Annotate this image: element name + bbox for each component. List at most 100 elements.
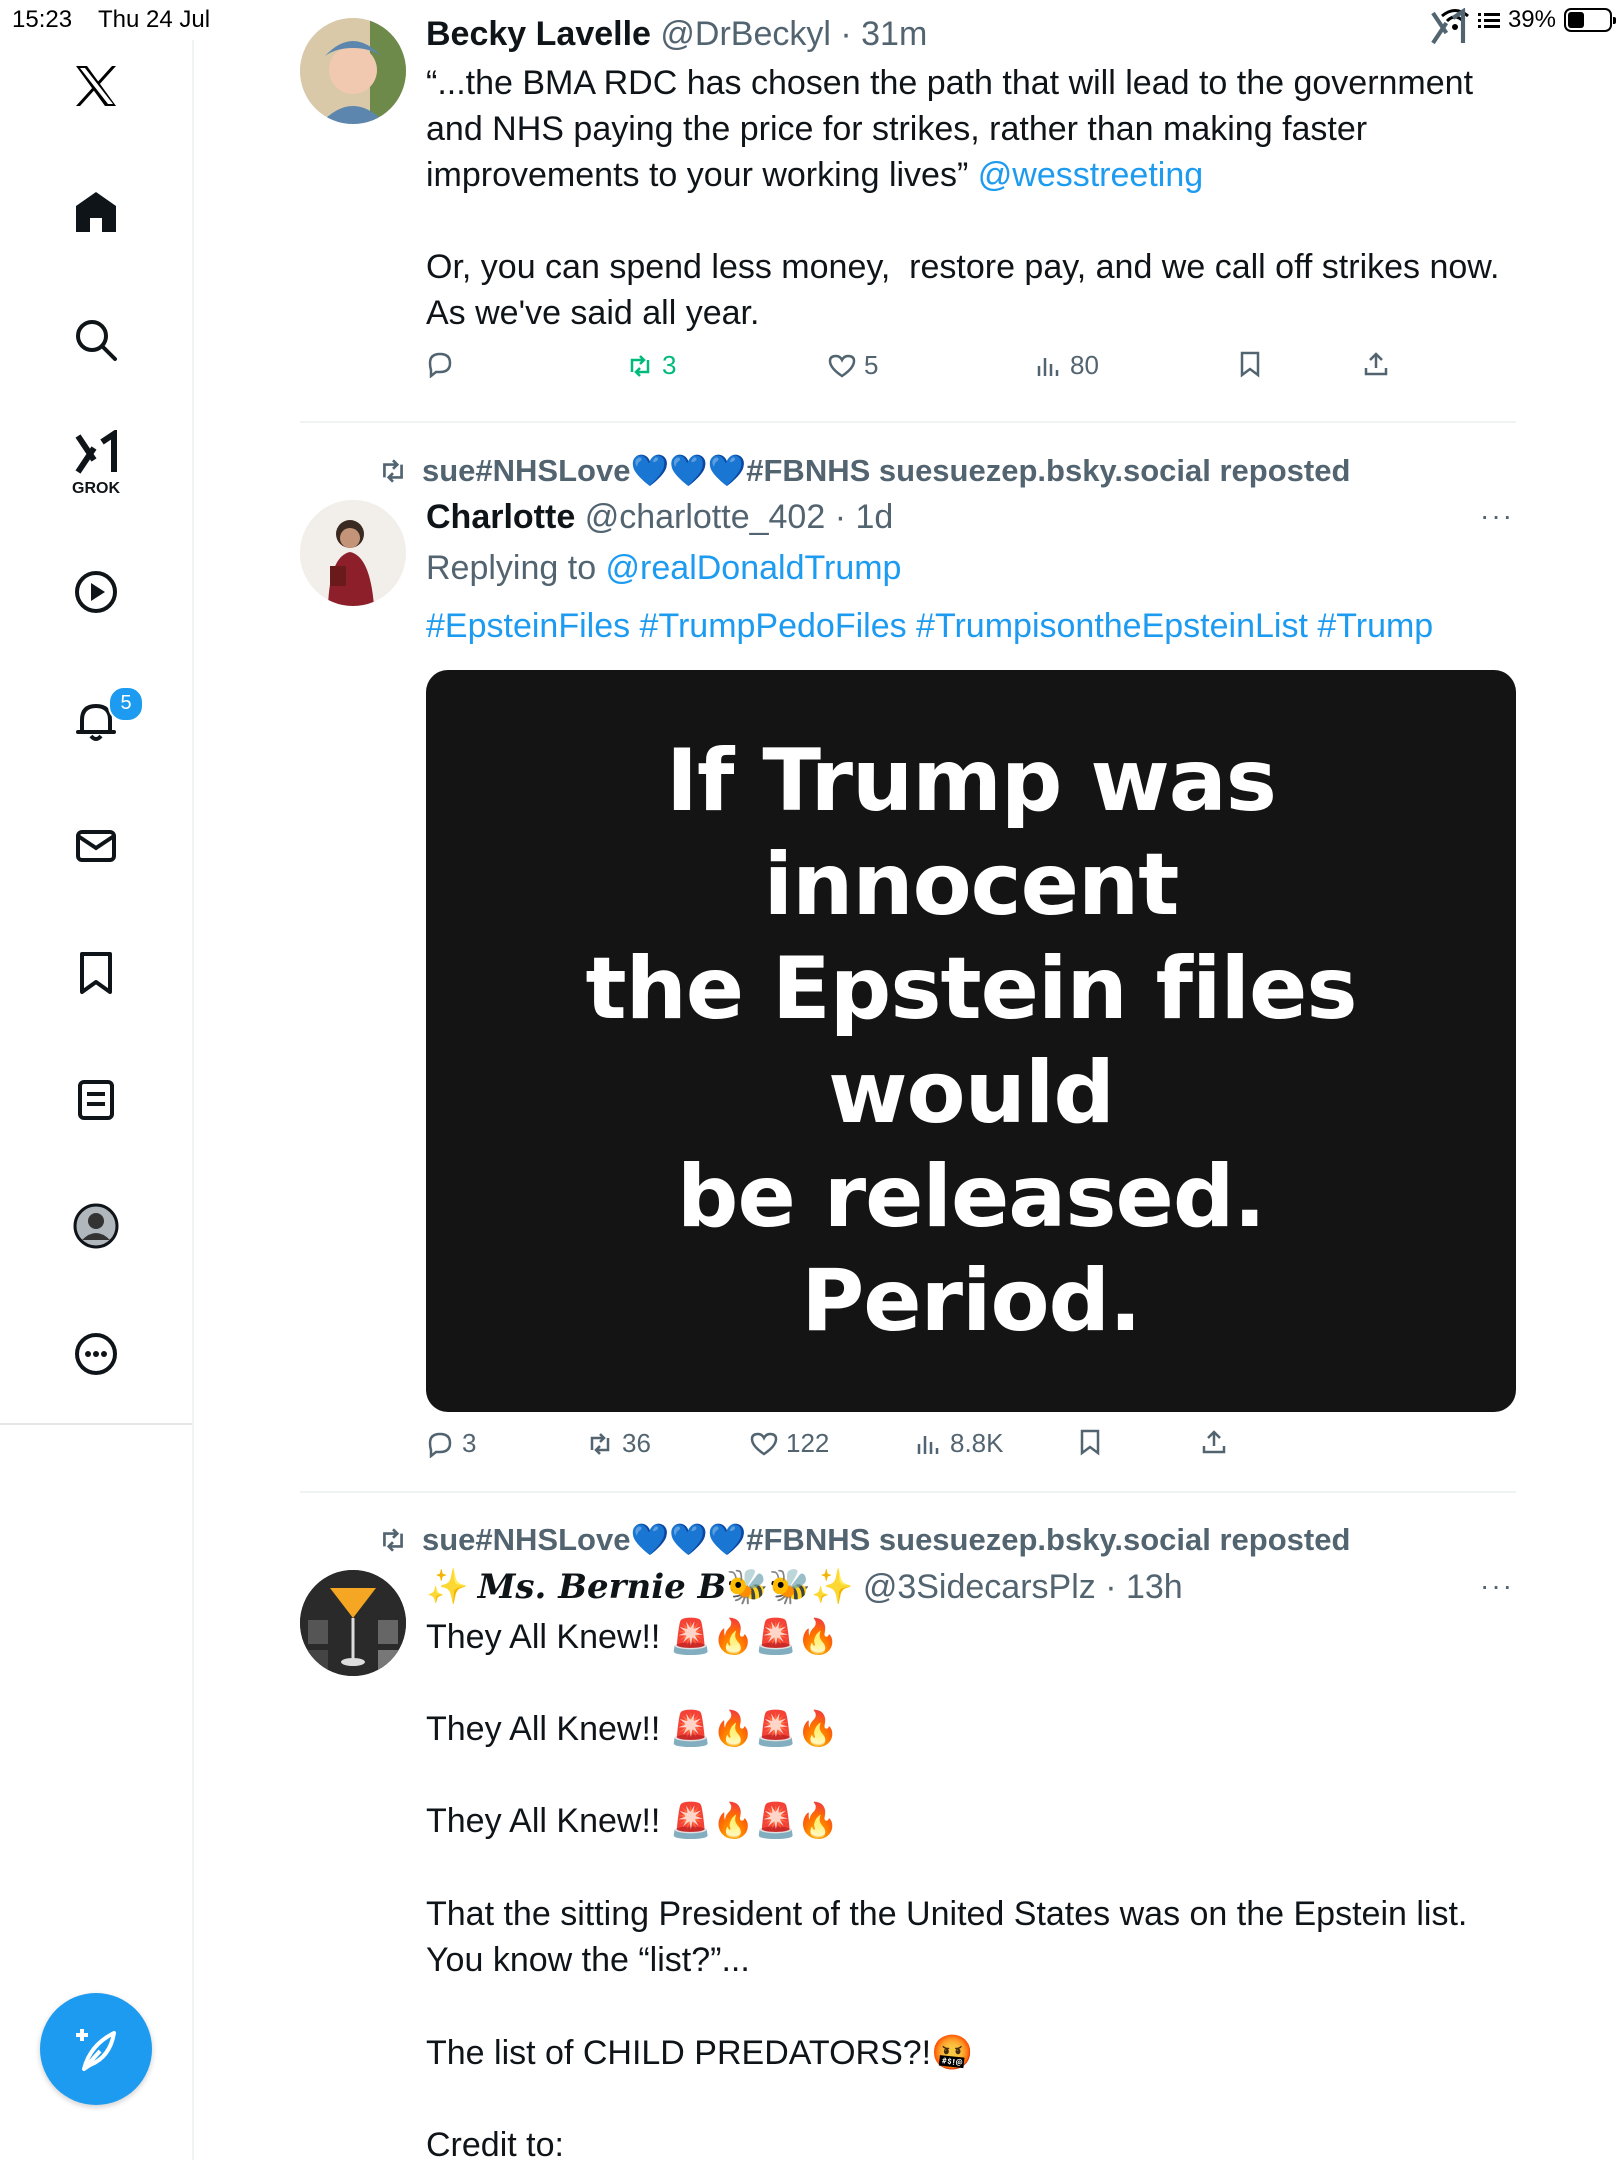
tweet-separator [300,1491,1516,1493]
repost-icon [383,1528,403,1552]
repost-attribution-text[interactable]: sue#NHSLove💙💙💙#FBNHS suesuezep.bsky.soci… [422,1520,1350,1560]
battery-icon [1564,8,1616,32]
reply-count: 3 [462,1428,477,1458]
avatar[interactable] [300,1570,406,1676]
bookmark-button[interactable] [1236,350,1264,378]
sidebar-divider [0,1423,192,1425]
line-text: They All Knew!! [426,1710,661,1748]
tweet-time[interactable]: · 31m [840,15,927,53]
tweet-text-part: “...the BMA RDC has chosen the path that… [426,64,1483,194]
sidebar: GROK 5 [0,40,194,2160]
avatar[interactable] [300,18,406,124]
more-options-button[interactable]: ··· [1480,1570,1514,1602]
tweet-paragraph: The list of CHILD PREDATORS?!🤬 [426,2034,974,2072]
repost-attribution: sue#NHSLove💙💙💙#FBNHS suesuezep.bsky.soci… [378,451,1350,491]
repost-attribution: sue#NHSLove💙💙💙#FBNHS suesuezep.bsky.soci… [378,1520,1350,1560]
image-text: If Trump was innocent the Epstein files … [585,731,1357,1351]
share-icon [1364,352,1388,376]
views-icon [917,1435,939,1454]
more-options-button[interactable]: ··· [1480,500,1514,532]
x-logo-icon[interactable] [60,50,132,122]
tweet-header: ✨ Ms. Bernie B🐝🐝✨ @3SidecarsPlz · 13h [426,1567,1183,1607]
replying-to-link[interactable]: @realDonaldTrump [606,549,902,587]
repost-count: 3 [662,350,677,380]
bookmark-button[interactable] [1076,1428,1104,1456]
messages-icon[interactable] [60,810,132,882]
bookmark-icon [1240,351,1260,378]
tweet-image[interactable]: If Trump was innocent the Epstein files … [426,670,1516,1412]
name-suffix: 🐝🐝✨ [726,1568,854,1606]
name-prefix: ✨ [426,1568,478,1606]
more-icon[interactable] [60,1318,132,1390]
lists-icon[interactable] [60,1064,132,1136]
repost-button[interactable]: 3 [626,350,676,381]
share-button[interactable] [1200,1428,1228,1456]
tweet-actions: 3 36 122 8.8K [426,1428,1516,1472]
like-count: 122 [786,1428,830,1458]
bookmarks-icon[interactable] [60,936,132,1008]
notifications-badge: 5 [108,686,144,722]
search-icon[interactable] [60,304,132,376]
like-button[interactable]: 5 [828,350,878,381]
like-count: 5 [864,350,879,380]
author-handle[interactable]: @charlotte_402 [585,498,826,536]
author-name[interactable]: Ms. Bernie B [478,1567,727,1607]
tweet-paragraph: Credit to: [426,2126,564,2164]
author-name[interactable]: Becky Lavelle [426,15,651,53]
compose-feather-icon [76,2029,116,2071]
heart-icon [750,1432,778,1456]
line-emojis: 🚨🔥🚨🔥 [669,1802,840,1840]
home-icon[interactable] [60,176,132,248]
tweet-header: Becky Lavelle @DrBeckyl · 31m [426,14,927,54]
repost-count: 36 [622,1428,651,1458]
author-handle[interactable]: @3SidecarsPlz [863,1568,1096,1606]
line-text: They All Knew!! [426,1618,661,1656]
reply-icon [428,1432,452,1458]
tweet-header: Charlotte @charlotte_402 · 1d [426,497,893,537]
repost-icon [383,459,403,483]
repost-button[interactable]: 36 [586,1428,651,1459]
grok-icon[interactable]: GROK [60,430,132,510]
status-time: 15:23 [12,6,73,33]
grok-small-icon[interactable] [1428,7,1468,48]
tweet-text: “...the BMA RDC has chosen the path that… [426,60,1516,198]
repost-icon [590,1432,610,1455]
grok-label: GROK [72,480,120,497]
video-icon[interactable] [60,556,132,628]
tweet-line: They All Knew!! 🚨🔥🚨🔥 [426,1706,1516,1752]
bookmark-icon [1080,1429,1100,1456]
reply-button[interactable]: 3 [426,1428,476,1459]
battery-percent: 39% [1507,6,1556,33]
views-button[interactable]: 8.8K [914,1428,1004,1459]
status-menu-icon [1477,13,1500,28]
views-icon [1037,357,1059,376]
author-name[interactable]: Charlotte [426,498,575,536]
tweet-actions: 3 5 80 [426,350,1516,394]
repost-attribution-text[interactable]: sue#NHSLove💙💙💙#FBNHS suesuezep.bsky.soci… [422,451,1350,491]
hashtags[interactable]: #EpsteinFiles #TrumpPedoFiles #Trumpison… [426,606,1433,646]
mention-link[interactable]: @wesstreeting [978,156,1203,194]
tweet-paragraph: That the sitting President of the United… [426,1895,1477,1979]
tweet-line: They All Knew!! 🚨🔥🚨🔥 [426,1798,1516,1844]
status-date: Thu 24 Jul [98,6,211,33]
tweet-line: They All Knew!! 🚨🔥🚨🔥 [426,1614,1516,1660]
compose-button[interactable] [40,1993,152,2105]
like-button[interactable]: 122 [750,1428,829,1459]
author-handle[interactable]: @DrBeckyl [660,15,831,53]
line-emojis: 🚨🔥🚨🔥 [669,1710,840,1748]
replying-to: Replying to @realDonaldTrump [426,548,901,588]
tweet-time[interactable]: · 13h [1105,1568,1183,1606]
views-button[interactable]: 80 [1034,350,1099,381]
notifications-icon[interactable]: 5 [60,684,144,756]
avatar[interactable] [300,500,406,606]
line-emojis: 🚨🔥🚨🔥 [669,1618,840,1656]
tweet-text-2: Or, you can spend less money, restore pa… [426,248,1508,332]
tweet-time[interactable]: · 1d [835,498,894,536]
heart-icon [828,354,856,378]
share-button[interactable] [1362,350,1390,378]
reply-button[interactable] [426,350,454,378]
repost-icon [630,354,650,377]
line-text: They All Knew!! [426,1802,661,1840]
profile-icon[interactable] [60,1190,132,1262]
replying-prefix: Replying to [426,549,606,587]
